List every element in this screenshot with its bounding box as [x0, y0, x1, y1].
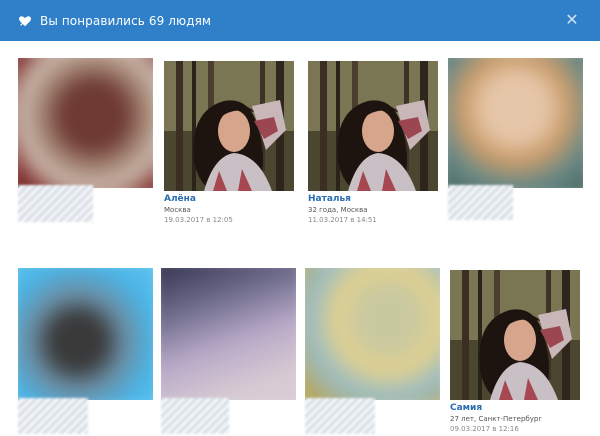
profile-name[interactable]: Наталья — [308, 193, 443, 205]
profile-location: 32 года, Москва — [308, 206, 368, 214]
profile-card[interactable]: Самия 27 лет, Санкт-Петербург 09.03.2017… — [450, 270, 595, 436]
hidden-info-placeholder — [161, 398, 229, 434]
blurred-photo — [305, 268, 440, 400]
profile-card[interactable]: Наталья 32 года, Москва 11.03.2017 в 14:… — [308, 61, 443, 226]
profile-date: 19.03.2017 в 12:05 — [164, 216, 233, 224]
profile-card-hidden[interactable] — [18, 58, 153, 223]
profile-photo[interactable] — [164, 61, 294, 191]
profile-date: 11.03.2017 в 14:51 — [308, 216, 377, 224]
profile-card-hidden[interactable] — [161, 268, 296, 434]
profile-photo[interactable] — [450, 270, 580, 400]
dialog-header: Вы понравились 69 людям ✕ — [0, 0, 600, 41]
profile-name[interactable]: Самия — [450, 402, 595, 414]
hidden-info-placeholder — [305, 398, 375, 434]
profile-card[interactable]: Алёна Москва 19.03.2017 в 12:05 — [164, 61, 299, 226]
close-icon[interactable]: ✕ — [564, 12, 580, 28]
profile-location: 27 лет, Санкт-Петербург — [450, 415, 543, 423]
profile-card-hidden[interactable] — [448, 58, 583, 223]
hidden-info-placeholder — [18, 398, 88, 434]
profile-name[interactable]: Алёна — [164, 193, 299, 205]
profile-location: Москва — [164, 206, 191, 214]
profile-photo[interactable] — [308, 61, 438, 191]
hidden-info-placeholder — [18, 185, 93, 222]
profile-card-hidden[interactable] — [18, 268, 153, 434]
dialog-title: Вы понравились 69 людям — [40, 13, 212, 28]
profile-date: 09.03.2017 в 12:16 — [450, 425, 519, 433]
blurred-photo — [18, 58, 153, 188]
blurred-photo — [448, 58, 583, 188]
blurred-photo — [18, 268, 153, 400]
hidden-info-placeholder — [448, 185, 513, 220]
heart-icon — [18, 15, 32, 26]
profile-card-hidden[interactable] — [305, 268, 440, 434]
blurred-photo — [161, 268, 296, 400]
